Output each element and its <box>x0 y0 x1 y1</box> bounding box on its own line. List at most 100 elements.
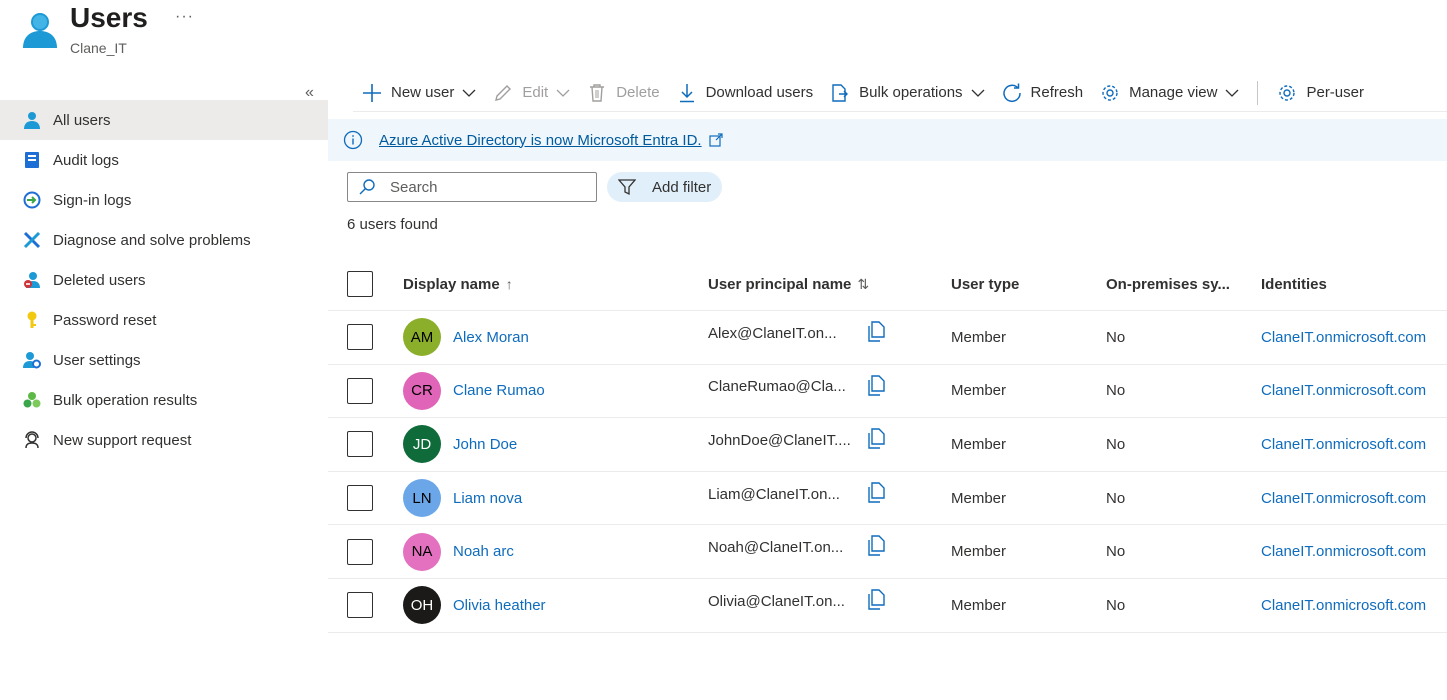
table-row[interactable]: AM Alex Moran Alex@ClaneIT.on... Member No Cl… <box>328 311 1447 365</box>
sidebar-item-diagnose[interactable]: Diagnose and solve problems <box>0 220 328 260</box>
column-display-name[interactable]: Display name ↑ <box>403 258 513 310</box>
row-checkbox[interactable] <box>347 485 373 512</box>
identity-cell: ClaneIT.onmicrosoft.com <box>1261 579 1426 632</box>
identity-link[interactable]: ClaneIT.onmicrosoft.com <box>1261 543 1426 560</box>
search-input[interactable] <box>390 178 590 196</box>
column-header-label: Display name <box>403 275 500 293</box>
column-onprem-sync[interactable]: On-premises sy... <box>1106 258 1230 310</box>
identity-link[interactable]: ClaneIT.onmicrosoft.com <box>1261 382 1426 399</box>
row-checkbox-cell <box>347 418 373 471</box>
sidebar-item-password-reset[interactable]: Password reset <box>0 300 328 340</box>
plus-icon <box>361 82 383 104</box>
user-name-link[interactable]: Clane Rumao <box>453 382 545 399</box>
row-checkbox[interactable] <box>347 324 373 351</box>
support-icon <box>22 430 42 450</box>
copy-icon[interactable] <box>866 428 886 450</box>
identity-cell: ClaneIT.onmicrosoft.com <box>1261 365 1426 418</box>
user-icon <box>22 110 42 130</box>
identity-cell: ClaneIT.onmicrosoft.com <box>1261 418 1426 471</box>
sidebar-item-deleted-users[interactable]: Deleted users <box>0 260 328 300</box>
chevron-down-icon <box>971 89 985 97</box>
upn-cell: Liam@ClaneIT.on... <box>708 472 853 525</box>
sidebar: All users Audit logs Sign-in logs Diagno… <box>0 100 328 460</box>
column-user-type[interactable]: User type <box>951 258 1019 310</box>
entra-id-link[interactable]: Azure Active Directory is now Microsoft … <box>379 132 702 149</box>
toolbar-divider <box>1257 80 1259 105</box>
identity-cell: ClaneIT.onmicrosoft.com <box>1261 472 1426 525</box>
table-row[interactable]: CR Clane Rumao ClaneRumao@Cla... Member No Cl… <box>328 365 1447 419</box>
external-link-icon[interactable] <box>709 133 723 147</box>
select-all-checkbox[interactable] <box>347 271 373 297</box>
users-page-icon <box>20 10 60 50</box>
new-user-label: New user <box>391 84 455 101</box>
table-row[interactable]: JD John Doe JohnDoe@ClaneIT.... Member No Cla… <box>328 418 1447 472</box>
onprem-sync-cell: No <box>1106 382 1126 400</box>
upn-text: Noah@ClaneIT.on... <box>708 539 844 557</box>
copy-icon[interactable] <box>866 535 886 557</box>
sidebar-item-label: All users <box>53 111 111 129</box>
per-user-label: Per-user <box>1306 84 1364 101</box>
chevron-down-icon <box>1226 89 1239 97</box>
sidebar-item-support[interactable]: New support request <box>0 420 328 460</box>
row-checkbox[interactable] <box>347 431 373 458</box>
row-checkbox[interactable] <box>347 592 373 619</box>
sidebar-item-sign-in-logs[interactable]: Sign-in logs <box>0 180 328 220</box>
upn-cell: Alex@ClaneIT.on... <box>708 311 853 364</box>
user-name-link[interactable]: John Doe <box>453 436 517 453</box>
add-filter-label: Add filter <box>652 178 712 196</box>
table-row[interactable]: NA Noah arc Noah@ClaneIT.on... Member No Clan… <box>328 525 1447 579</box>
column-header-label: Identities <box>1261 275 1327 293</box>
download-users-button[interactable]: Download users <box>668 74 822 112</box>
bulk-operations-button[interactable]: Bulk operations <box>821 74 992 112</box>
more-options-button[interactable]: ··· <box>175 8 194 26</box>
delete-label: Delete <box>616 84 660 101</box>
manage-view-button[interactable]: Manage view <box>1091 74 1247 112</box>
per-user-mfa-button[interactable]: Per-user <box>1268 74 1372 112</box>
row-checkbox[interactable] <box>347 538 373 565</box>
sidebar-item-audit-logs[interactable]: Audit logs <box>0 140 328 180</box>
copy-icon[interactable] <box>866 482 886 504</box>
column-upn[interactable]: User principal name ⇅ <box>708 258 869 310</box>
table-row[interactable]: OH Olivia heather Olivia@ClaneIT.on... Memb… <box>328 579 1447 633</box>
onprem-sync-cell: No <box>1106 596 1126 614</box>
user-type-cell: Member <box>951 382 1007 400</box>
sidebar-item-label: New support request <box>53 431 192 449</box>
copy-icon[interactable] <box>866 589 886 611</box>
row-checkbox[interactable] <box>347 377 373 404</box>
bulk-results-icon <box>22 390 42 410</box>
user-name-link[interactable]: Alex Moran <box>453 329 529 346</box>
identity-link[interactable]: ClaneIT.onmicrosoft.com <box>1261 490 1426 507</box>
identity-link[interactable]: ClaneIT.onmicrosoft.com <box>1261 436 1426 453</box>
copy-icon[interactable] <box>866 321 886 343</box>
command-bar: New user Edit Delete Download users Bulk… <box>353 74 1447 112</box>
upn-text: JohnDoe@ClaneIT.... <box>708 431 851 449</box>
identity-link[interactable]: ClaneIT.onmicrosoft.com <box>1261 329 1426 346</box>
delete-button[interactable]: Delete <box>578 74 667 112</box>
user-name-link[interactable]: Liam nova <box>453 490 522 507</box>
refresh-button[interactable]: Refresh <box>993 74 1092 112</box>
edit-button[interactable]: Edit <box>484 74 578 112</box>
user-name-link[interactable]: Noah arc <box>453 543 514 560</box>
add-filter-button[interactable]: Add filter <box>607 172 723 202</box>
download-users-label: Download users <box>705 84 814 101</box>
download-icon <box>676 82 698 104</box>
column-identities[interactable]: Identities <box>1261 258 1327 310</box>
sidebar-item-user-settings[interactable]: User settings <box>0 340 328 380</box>
page-subtitle: Clane_IT <box>70 40 127 56</box>
identity-link[interactable]: ClaneIT.onmicrosoft.com <box>1261 597 1426 614</box>
sidebar-item-label: Sign-in logs <box>53 191 132 209</box>
table-row[interactable]: LN Liam nova Liam@ClaneIT.on... Member No Cla… <box>328 472 1447 526</box>
user-name-link[interactable]: Olivia heather <box>453 597 546 614</box>
new-user-button[interactable]: New user <box>353 74 484 112</box>
upn-text: ClaneRumao@Cla... <box>708 378 846 396</box>
copy-icon[interactable] <box>866 374 886 397</box>
sidebar-item-label: Deleted users <box>53 271 146 289</box>
column-header-label: On-premises sy... <box>1106 275 1230 293</box>
sidebar-item-all-users[interactable]: All users <box>0 100 328 140</box>
sidebar-item-label: Bulk operation results <box>53 391 198 409</box>
display-name-cell: OH Olivia heather <box>403 579 546 632</box>
search-box <box>347 172 597 202</box>
edit-label: Edit <box>522 84 549 101</box>
sidebar-item-bulk-results[interactable]: Bulk operation results <box>0 380 328 420</box>
info-icon <box>343 130 363 150</box>
